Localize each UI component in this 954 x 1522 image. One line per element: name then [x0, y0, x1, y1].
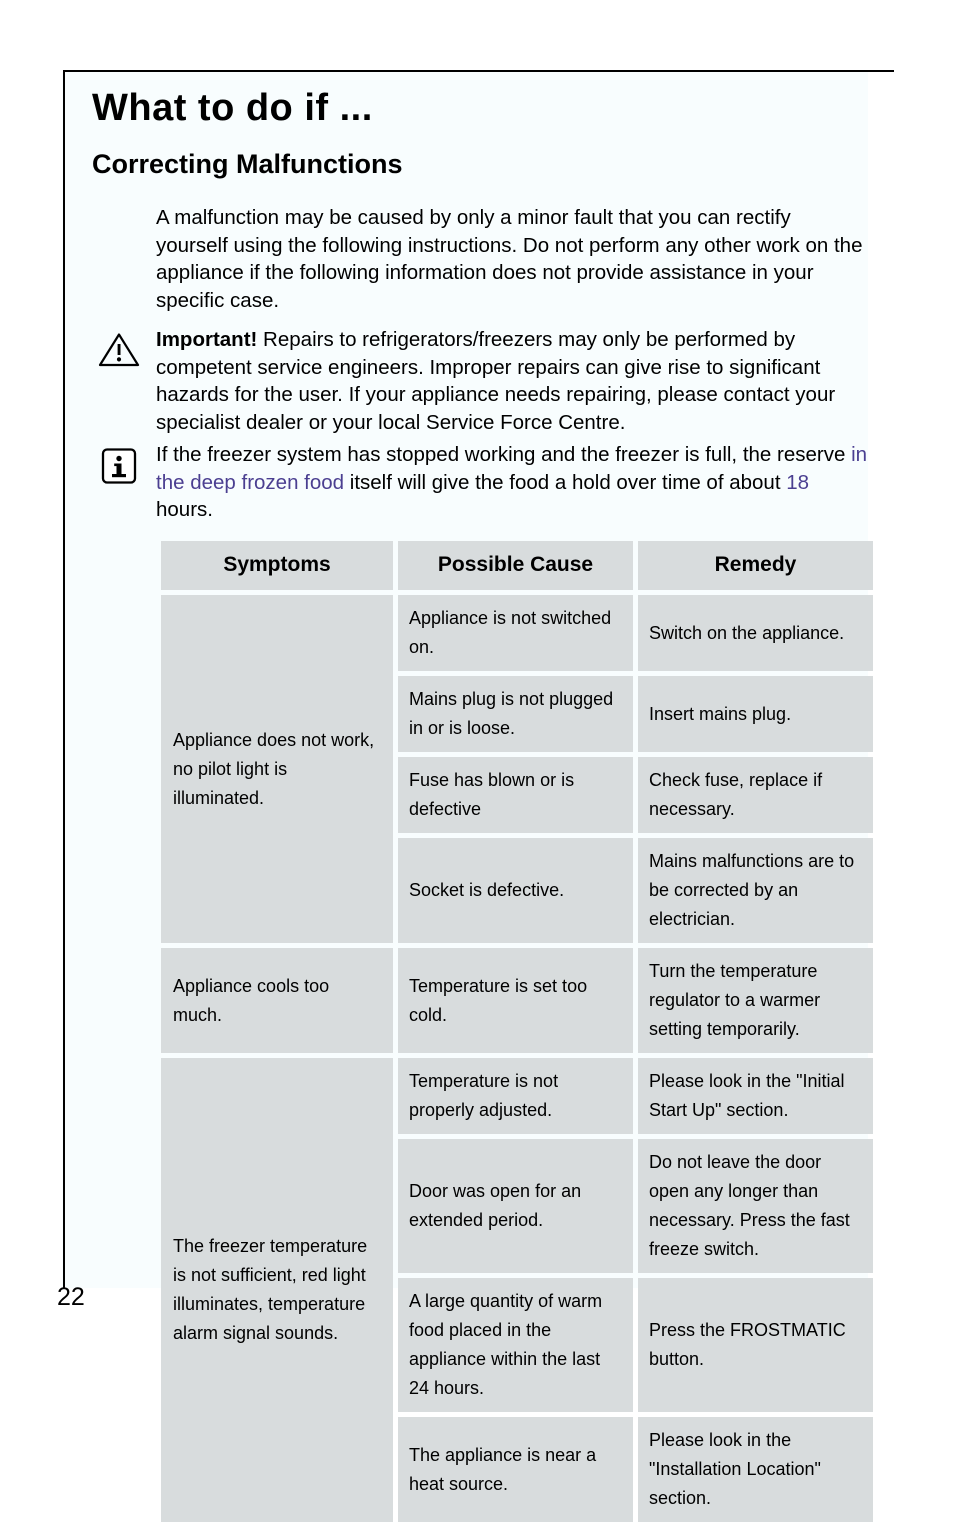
cause-cell: Fuse has blown or is defective: [398, 757, 633, 833]
important-paragraph: Important! Repairs to refrigerators/free…: [156, 326, 868, 436]
info-text-part3: hours.: [156, 498, 213, 521]
table-header-possible-cause: Possible Cause: [398, 541, 633, 590]
page-title: What to do if ...: [92, 87, 373, 129]
warning-triangle-icon: [97, 331, 141, 369]
cause-remedy-row: Fuse has blown or is defective Check fus…: [398, 757, 873, 833]
cause-cell: Appliance is not switched on.: [398, 595, 633, 671]
cause-remedy-row: Door was open for an extended period. Do…: [398, 1139, 873, 1273]
table-header-symptoms: Symptoms: [161, 541, 393, 590]
info-paragraph: If the freezer system has stopped workin…: [156, 441, 868, 524]
cause-cell: Temperature is set too cold.: [398, 948, 633, 1053]
document-page: What to do if ... Correcting Malfunction…: [0, 0, 954, 1522]
cause-remedy-row: The appliance is near a heat source. Ple…: [398, 1417, 873, 1522]
remedy-cell: Do not leave the door open any longer th…: [638, 1139, 873, 1273]
info-text-part1: If the freezer system has stopped workin…: [156, 443, 852, 466]
remedy-cell: Press the FROSTMATIC button.: [638, 1278, 873, 1412]
cause-cell: Mains plug is not plugged in or is loose…: [398, 676, 633, 752]
table-row: Appliance cools too much. Temperature is…: [161, 948, 873, 1053]
table-header-row: Symptoms Possible Cause Remedy: [161, 541, 873, 590]
important-lead: Important!: [156, 328, 258, 351]
remedy-cell: Switch on the appliance.: [638, 595, 873, 671]
table-row: Appliance does not work, no pilot light …: [161, 595, 873, 943]
cause-remedy-row: Mains plug is not plugged in or is loose…: [398, 676, 873, 752]
symptom-cell: Appliance cools too much.: [161, 948, 393, 1053]
info-text-part2: itself will give the food a hold over ti…: [344, 470, 787, 494]
remedy-cell: Mains malfunctions are to be corrected b…: [638, 838, 873, 943]
malfunction-table: Symptoms Possible Cause Remedy Appliance…: [161, 541, 873, 1522]
cause-remedy-row: Temperature is set too cold. Turn the te…: [398, 948, 873, 1053]
remedy-cell: Please look in the "Installation Locatio…: [638, 1417, 873, 1522]
info-highlight-hours-value: 18: [786, 470, 810, 494]
symptom-cell: Appliance does not work, no pilot light …: [161, 595, 393, 943]
cause-remedy-row: Socket is defective. Mains malfunctions …: [398, 838, 873, 943]
cause-remedy-row: Temperature is not properly adjusted. Pl…: [398, 1058, 873, 1134]
page-number: 22: [57, 1283, 85, 1311]
cause-cell: A large quantity of warm food placed in …: [398, 1278, 633, 1412]
section-title: Correcting Malfunctions: [92, 149, 403, 179]
cause-remedy-column: Appliance is not switched on. Switch on …: [398, 595, 873, 943]
table-row: The freezer temperature is not sufficien…: [161, 1058, 873, 1522]
cause-cell: Door was open for an extended period.: [398, 1139, 633, 1273]
page-left-rule: [63, 70, 65, 1288]
cause-remedy-row: Appliance is not switched on. Switch on …: [398, 595, 873, 671]
remedy-cell: Turn the temperature regulator to a warm…: [638, 948, 873, 1053]
remedy-cell: Check fuse, replace if necessary.: [638, 757, 873, 833]
cause-cell: Socket is defective.: [398, 838, 633, 943]
remedy-cell: Please look in the "Initial Start Up" se…: [638, 1058, 873, 1134]
table-body: Appliance does not work, no pilot light …: [161, 595, 873, 1522]
remedy-cell: Insert mains plug.: [638, 676, 873, 752]
cause-cell: The appliance is near a heat source.: [398, 1417, 633, 1522]
cause-cell: Temperature is not properly adjusted.: [398, 1058, 633, 1134]
intro-paragraph: A malfunction may be caused by only a mi…: [156, 206, 863, 312]
cause-remedy-column: Temperature is set too cold. Turn the te…: [398, 948, 873, 1053]
page-top-rule: [63, 70, 894, 72]
table-header-remedy: Remedy: [638, 541, 873, 590]
info-icon: [101, 447, 137, 485]
important-body: Repairs to refrigerators/freezers may on…: [156, 328, 836, 434]
cause-remedy-row: A large quantity of warm food placed in …: [398, 1278, 873, 1412]
cause-remedy-column: Temperature is not properly adjusted. Pl…: [398, 1058, 873, 1522]
symptom-cell: The freezer temperature is not sufficien…: [161, 1058, 393, 1522]
